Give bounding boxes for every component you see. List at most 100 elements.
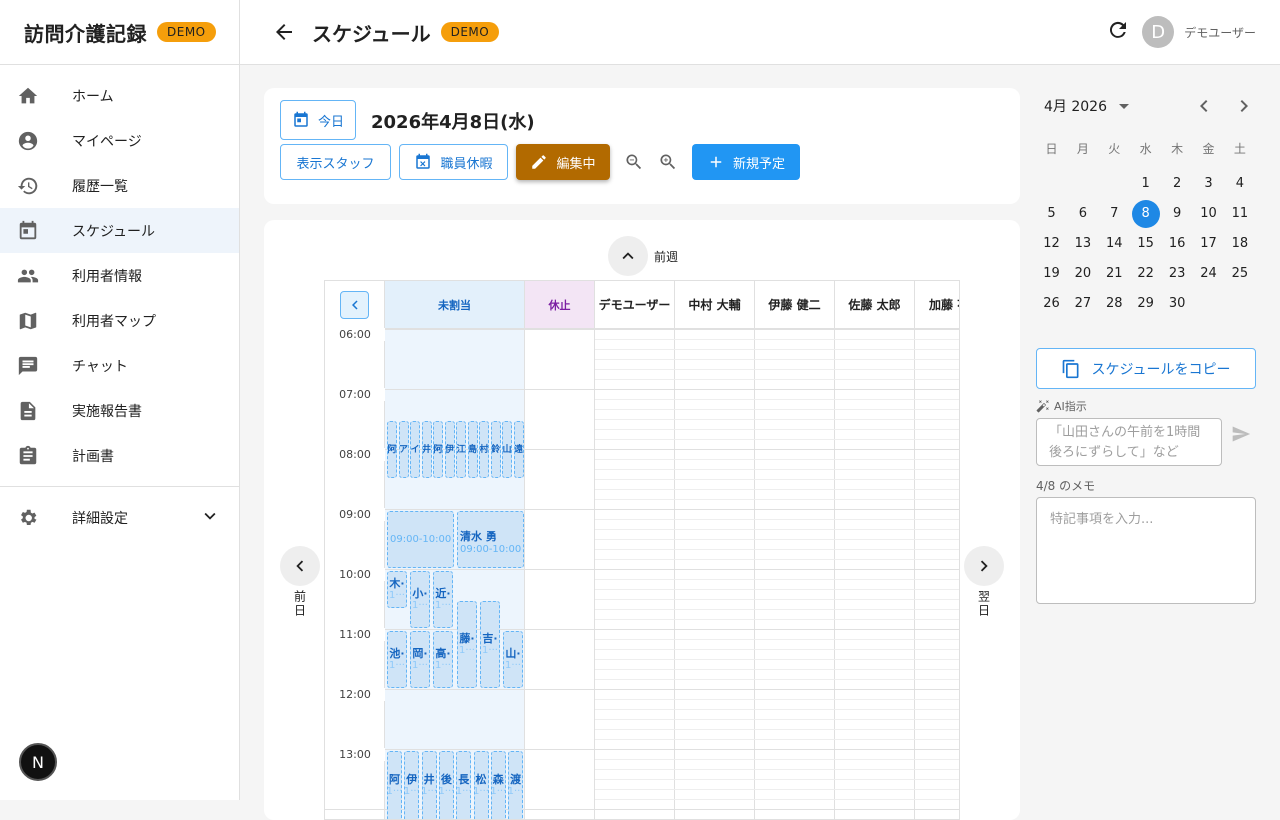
staff-column[interactable] xyxy=(755,329,835,819)
appointment-block[interactable]: 山· 1··· xyxy=(503,631,523,688)
appointment-block[interactable]: 江 xyxy=(456,421,466,478)
calendar-day[interactable]: 28 xyxy=(1100,290,1128,318)
sidebar-item-history[interactable]: 履歴一覧 xyxy=(0,163,239,208)
calendar-day[interactable]: 26 xyxy=(1038,290,1066,318)
appointment-block[interactable]: 岡· 1··· xyxy=(410,631,430,688)
calendar-day[interactable]: 27 xyxy=(1069,290,1097,318)
calendar-day[interactable]: 7 xyxy=(1100,200,1128,228)
avatar[interactable]: D xyxy=(1142,16,1175,48)
calendar-day[interactable]: 19 xyxy=(1038,260,1066,288)
appointment-block[interactable]: 高· 1··· xyxy=(433,631,453,688)
zoom-in-icon[interactable] xyxy=(658,152,678,172)
calendar-day[interactable]: 29 xyxy=(1132,290,1160,318)
refresh-icon[interactable] xyxy=(1106,18,1130,46)
calendar-day[interactable]: 14 xyxy=(1100,230,1128,258)
calendar-day[interactable]: 23 xyxy=(1163,260,1191,288)
appointment-block[interactable]: 後 1··· xyxy=(438,751,454,819)
sidebar-item-mypage[interactable]: マイページ xyxy=(0,118,239,163)
calendar-day[interactable]: 2 xyxy=(1163,170,1191,198)
appointment-block[interactable]: 村 xyxy=(479,421,489,478)
appointment-block[interactable]: 松 1··· xyxy=(473,751,489,819)
staff-column[interactable] xyxy=(675,329,755,819)
appointment-block[interactable]: 小· 1··· xyxy=(410,571,430,628)
calendar-day[interactable]: 1 xyxy=(1132,170,1160,198)
appointment-block[interactable]: 森 1··· xyxy=(490,751,506,819)
appointment-block[interactable]: ア xyxy=(398,421,409,478)
appointment-block[interactable]: 島 xyxy=(467,421,478,478)
appointment-block[interactable]: 伊 xyxy=(444,421,455,478)
sidebar-item-settings[interactable]: 詳細設定 xyxy=(0,487,239,549)
today-button[interactable]: 今日 xyxy=(280,100,356,140)
send-icon[interactable] xyxy=(1231,424,1251,444)
back-arrow-icon[interactable] xyxy=(272,20,296,44)
appointment-block[interactable]: イ xyxy=(410,421,420,478)
copy-schedule-button[interactable]: スケジュールをコピー xyxy=(1036,348,1256,389)
calendar-day[interactable]: 9 xyxy=(1163,200,1191,228)
calendar-day[interactable]: 22 xyxy=(1132,260,1160,288)
appointment-block[interactable]: 遠 xyxy=(513,421,524,478)
sidebar-item-clients[interactable]: 利用者情報 xyxy=(0,253,239,298)
calendar-day[interactable]: 13 xyxy=(1069,230,1097,258)
calendar-day[interactable]: 3 xyxy=(1195,170,1223,198)
ai-instruction-input[interactable]: 「山田さんの午前を1時間後ろにずらして」など xyxy=(1036,418,1222,466)
calendar-month[interactable]: 4月 2026 xyxy=(1044,96,1107,116)
sidebar-item-report[interactable]: 実施報告書 xyxy=(0,388,239,433)
appointment-block[interactable]: 井 xyxy=(421,421,432,478)
calendar-day[interactable]: 4 xyxy=(1226,170,1254,198)
chevron-left-icon[interactable] xyxy=(1192,94,1216,118)
appointment-block[interactable]: 伊 1··· xyxy=(404,751,420,819)
appointment-block[interactable]: 09:00-10:00 xyxy=(387,511,454,568)
sidebar-item-schedule[interactable]: スケジュール xyxy=(0,208,239,253)
appointment-block[interactable]: 吉· 1··· xyxy=(480,601,500,688)
calendar-day[interactable]: 11 xyxy=(1226,200,1254,228)
collapse-columns-button[interactable] xyxy=(340,290,369,319)
appointment-block[interactable]: 清水 勇 09:00-10:00 xyxy=(457,511,524,568)
calendar-day[interactable]: 30 xyxy=(1163,290,1191,318)
calendar-day[interactable]: 20 xyxy=(1069,260,1097,288)
dev-avatar-button[interactable]: N xyxy=(19,743,57,781)
calendar-day[interactable]: 12 xyxy=(1038,230,1066,258)
appointment-block[interactable]: 山 xyxy=(502,421,512,478)
calendar-day[interactable]: 24 xyxy=(1195,260,1223,288)
caret-down-icon[interactable] xyxy=(1119,103,1129,109)
appointment-block[interactable]: 藤· 1··· xyxy=(457,601,477,688)
calendar-day[interactable]: 6 xyxy=(1069,200,1097,228)
prev-week-button[interactable] xyxy=(608,236,648,276)
sidebar-item-map[interactable]: 利用者マップ xyxy=(0,298,239,343)
next-day-button[interactable] xyxy=(964,546,1004,586)
zoom-out-icon[interactable] xyxy=(624,152,644,172)
appointment-block[interactable]: 阿 1··· xyxy=(387,751,402,819)
appointment-block[interactable]: 阿 xyxy=(433,421,443,478)
sidebar-item-plan[interactable]: 計画書 xyxy=(0,433,239,478)
prev-day-button[interactable] xyxy=(280,546,320,586)
appointment-block[interactable]: 鈴 xyxy=(490,421,501,478)
calendar-day[interactable]: 8 xyxy=(1131,200,1160,228)
appointment-block[interactable]: 渡 1··· xyxy=(508,751,524,819)
staff-column[interactable] xyxy=(595,329,675,819)
chevron-right-icon[interactable] xyxy=(1232,94,1256,118)
staff-column[interactable] xyxy=(915,329,959,819)
memo-textarea[interactable]: 特記事項を入力... xyxy=(1036,497,1256,604)
calendar-day[interactable]: 25 xyxy=(1226,260,1254,288)
paused-column[interactable] xyxy=(525,329,595,819)
calendar-day[interactable]: 21 xyxy=(1100,260,1128,288)
staff-leave-button[interactable]: 職員休暇 xyxy=(399,144,508,180)
calendar-day[interactable]: 5 xyxy=(1038,200,1066,228)
appointment-block[interactable]: 阿 xyxy=(387,421,397,478)
sidebar-item-home[interactable]: ホーム xyxy=(0,73,239,118)
staff-column[interactable] xyxy=(835,329,915,819)
calendar-day[interactable]: 15 xyxy=(1132,230,1160,258)
calendar-day[interactable]: 16 xyxy=(1163,230,1191,258)
appointment-block[interactable]: 井 1··· xyxy=(421,751,437,819)
appointment-block[interactable]: 近· 1··· xyxy=(433,571,453,628)
appointment-block[interactable]: 長 1··· xyxy=(456,751,472,819)
appointment-block[interactable]: 木· 1··· xyxy=(387,571,407,608)
calendar-day[interactable]: 17 xyxy=(1195,230,1223,258)
sidebar-item-chat[interactable]: チャット xyxy=(0,343,239,388)
calendar-day[interactable]: 18 xyxy=(1226,230,1254,258)
appointment-block[interactable]: 池· 1··· xyxy=(387,631,407,688)
new-schedule-button[interactable]: 新規予定 xyxy=(692,144,800,180)
edit-mode-button[interactable]: 編集中 xyxy=(516,144,610,180)
staff-display-button[interactable]: 表示スタッフ xyxy=(280,144,391,180)
calendar-day[interactable]: 10 xyxy=(1195,200,1223,228)
